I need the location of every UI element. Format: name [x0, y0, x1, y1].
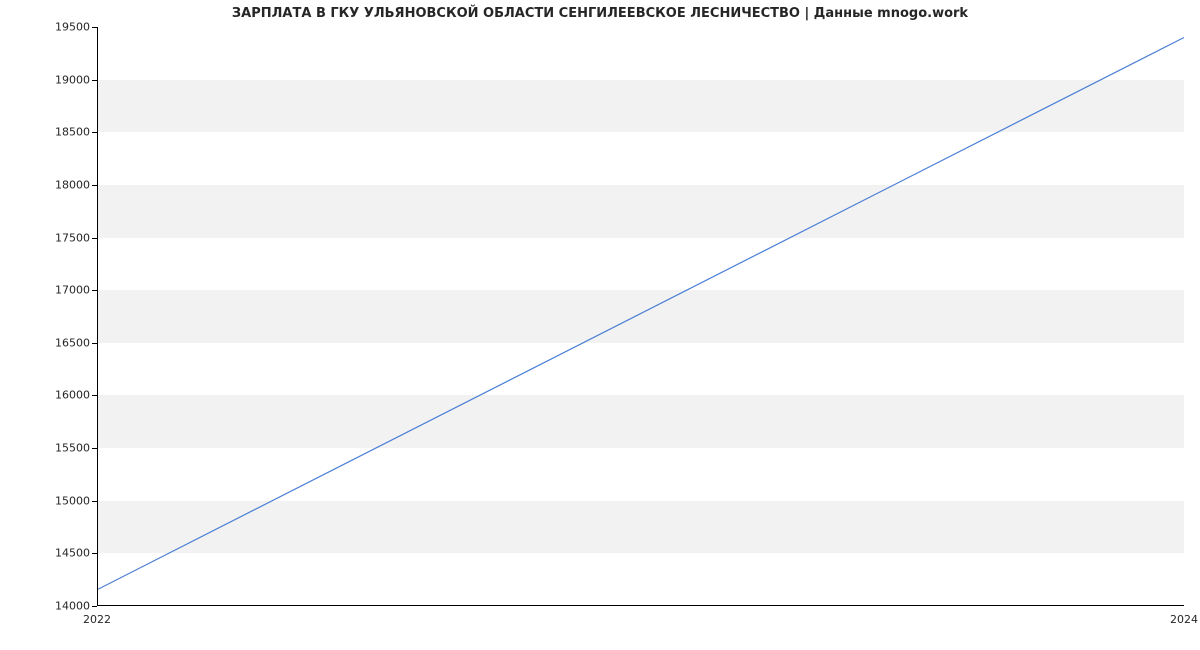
y-tick-label: 16500: [55, 336, 90, 349]
y-tick-mark: [92, 501, 97, 502]
y-tick-label: 15000: [55, 494, 90, 507]
y-tick-mark: [92, 448, 97, 449]
plot-area: [97, 27, 1184, 606]
y-tick-mark: [92, 27, 97, 28]
salary-line-chart: ЗАРПЛАТА В ГКУ УЛЬЯНОВСКОЙ ОБЛАСТИ СЕНГИ…: [0, 0, 1200, 650]
y-tick-label: 18500: [55, 126, 90, 139]
y-tick-label: 17500: [55, 231, 90, 244]
line-series: [98, 27, 1184, 605]
y-tick-label: 15500: [55, 442, 90, 455]
y-tick-label: 19000: [55, 73, 90, 86]
x-tick-label: 2024: [1170, 613, 1198, 626]
y-tick-label: 19500: [55, 21, 90, 34]
y-tick-mark: [92, 238, 97, 239]
y-tick-mark: [92, 395, 97, 396]
y-tick-mark: [92, 132, 97, 133]
y-tick-label: 14500: [55, 547, 90, 560]
y-tick-mark: [92, 290, 97, 291]
y-tick-label: 14000: [55, 600, 90, 613]
y-tick-label: 18000: [55, 178, 90, 191]
y-tick-label: 16000: [55, 389, 90, 402]
y-tick-mark: [92, 80, 97, 81]
x-tick-label: 2022: [83, 613, 111, 626]
y-tick-mark: [92, 343, 97, 344]
y-tick-mark: [92, 606, 97, 607]
y-tick-mark: [92, 185, 97, 186]
y-tick-mark: [92, 553, 97, 554]
chart-title: ЗАРПЛАТА В ГКУ УЛЬЯНОВСКОЙ ОБЛАСТИ СЕНГИ…: [0, 6, 1200, 21]
y-tick-label: 17000: [55, 284, 90, 297]
